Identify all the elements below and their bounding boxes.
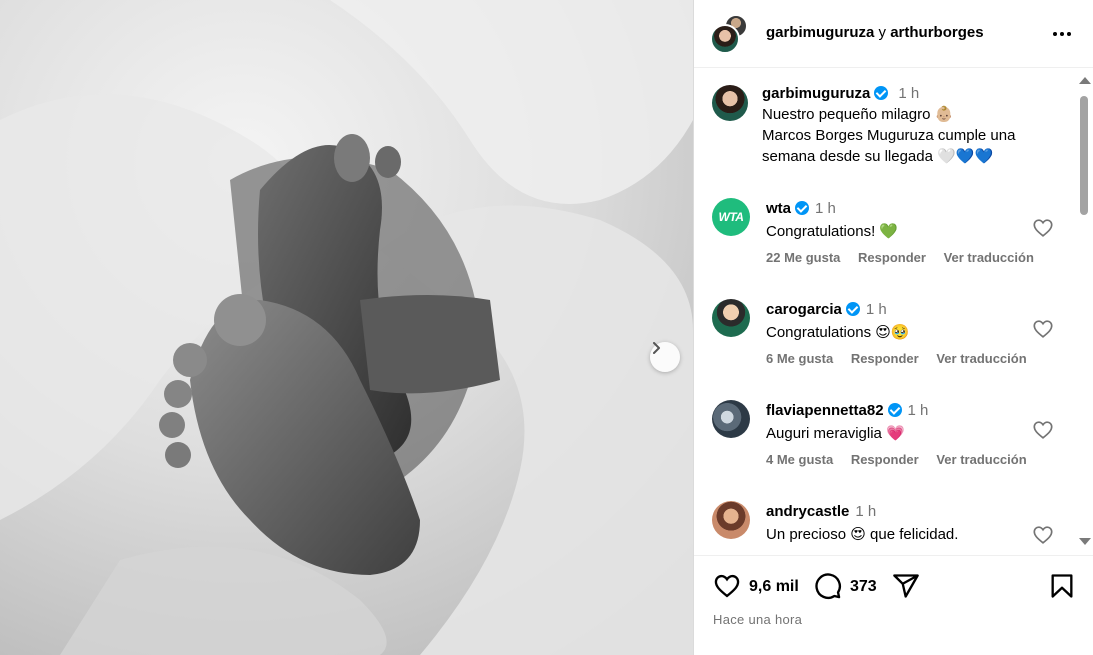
- translate-button[interactable]: Ver traducción: [944, 250, 1034, 265]
- comment-item: andrycastle 1 h Un precioso 😍 que felicid…: [710, 500, 1070, 555]
- comment-likes[interactable]: 6 Me gusta: [766, 351, 833, 366]
- comments-count[interactable]: 373: [850, 578, 877, 596]
- comment-text-continued: que felicidad.: [870, 526, 959, 543]
- scrollbar-thumb[interactable]: [1080, 96, 1088, 215]
- comment-time[interactable]: 1 h: [815, 200, 836, 217]
- comment-text: Auguri meraviglia: [766, 425, 882, 442]
- post-actions: 9,6 mil 373 Hace una hora: [694, 555, 1093, 655]
- verified-badge-icon: [845, 302, 860, 316]
- like-comment-heart-icon[interactable]: [1032, 419, 1054, 441]
- post-header: garbimuguruza y arthurborges: [694, 0, 1093, 68]
- like-comment-heart-icon[interactable]: [1032, 217, 1054, 239]
- avatar[interactable]: [712, 400, 750, 438]
- comment-likes[interactable]: 4 Me gusta: [766, 452, 833, 467]
- post-authors: garbimuguruza y arthurborges: [766, 24, 984, 41]
- pink-heart-emoji: 💗: [886, 424, 905, 442]
- hearts-emoji: 🤍💙💙: [937, 147, 994, 165]
- reply-button[interactable]: Responder: [851, 452, 919, 467]
- baby-emoji: 👶🏼: [934, 105, 954, 123]
- caption-username[interactable]: garbimuguruza: [762, 85, 870, 102]
- more-horizontal-icon: [1053, 32, 1057, 36]
- comment-time[interactable]: 1 h: [866, 301, 887, 318]
- heart-eyes-emoji: 😍🥹: [875, 323, 910, 341]
- coauthor-username[interactable]: arthurborges: [890, 24, 983, 41]
- translate-button[interactable]: Ver traducción: [936, 351, 1026, 366]
- comment-icon[interactable]: [814, 572, 842, 600]
- scroll-up-arrow-icon[interactable]: [1079, 77, 1091, 84]
- comment-item: flaviapennetta82 1 h Auguri meraviglia 💗 …: [710, 399, 1070, 489]
- post-timestamp[interactable]: Hace una hora: [713, 612, 802, 627]
- avatar[interactable]: [712, 299, 750, 337]
- like-comment-heart-icon[interactable]: [1032, 524, 1054, 546]
- comment-username[interactable]: andrycastle: [766, 503, 849, 520]
- authors-connector: y: [878, 24, 887, 41]
- caption-text: Nuestro pequeño milagro 👶🏼 Marcos Borges…: [762, 105, 1016, 165]
- caption-time[interactable]: 1 h: [898, 85, 919, 102]
- comments-list[interactable]: garbimuguruza 1 h Nuestro pequeño milagro…: [694, 69, 1075, 555]
- coauthor-avatars[interactable]: [710, 14, 750, 54]
- comment-likes[interactable]: 22 Me gusta: [766, 250, 840, 265]
- reply-button[interactable]: Responder: [851, 351, 919, 366]
- avatar[interactable]: [712, 501, 750, 539]
- comment-username[interactable]: flaviapennetta82: [766, 402, 884, 419]
- more-options-button[interactable]: [1050, 24, 1074, 44]
- author-username[interactable]: garbimuguruza: [766, 24, 874, 41]
- likes-count[interactable]: 9,6 mil: [749, 578, 799, 596]
- baby-feet-photo: [0, 0, 693, 655]
- comment-text: Un precioso: [766, 526, 847, 543]
- comment-time[interactable]: 1 h: [855, 503, 876, 520]
- comment-time[interactable]: 1 h: [908, 402, 929, 419]
- chevron-right-icon: [653, 342, 660, 354]
- like-comment-heart-icon[interactable]: [1032, 318, 1054, 340]
- scroll-down-arrow-icon[interactable]: [1079, 538, 1091, 545]
- comments-scrollbar[interactable]: [1075, 69, 1093, 555]
- comment-username[interactable]: wta: [766, 200, 791, 217]
- comment-username[interactable]: carogarcia: [766, 301, 842, 318]
- comment-item: WTA wta 1 h Congratulations! 💚 22 Me gust…: [710, 197, 1070, 287]
- translate-button[interactable]: Ver traducción: [936, 452, 1026, 467]
- comment-item: carogarcia 1 h Congratulations 😍🥹 6 Me gu…: [710, 298, 1070, 388]
- comment-text: Congratulations: [766, 324, 872, 341]
- verified-badge-icon: [887, 403, 902, 417]
- next-photo-button[interactable]: [650, 342, 680, 372]
- bookmark-icon[interactable]: [1048, 572, 1076, 600]
- share-icon[interactable]: [892, 572, 920, 600]
- heart-eyes-emoji: 😍: [850, 525, 866, 543]
- heart-icon[interactable]: [712, 572, 742, 600]
- verified-badge-icon: [795, 201, 810, 215]
- post-side-panel: garbimuguruza y arthurborges garbimuguru…: [694, 0, 1093, 655]
- reply-button[interactable]: Responder: [858, 250, 926, 265]
- verified-badge-icon: [874, 86, 889, 100]
- avatar[interactable]: [712, 85, 748, 121]
- comment-text: Congratulations!: [766, 223, 876, 240]
- avatar: [710, 24, 740, 54]
- green-heart-emoji: 💚: [879, 222, 899, 240]
- avatar[interactable]: WTA: [712, 198, 750, 236]
- post-photo: [0, 0, 693, 655]
